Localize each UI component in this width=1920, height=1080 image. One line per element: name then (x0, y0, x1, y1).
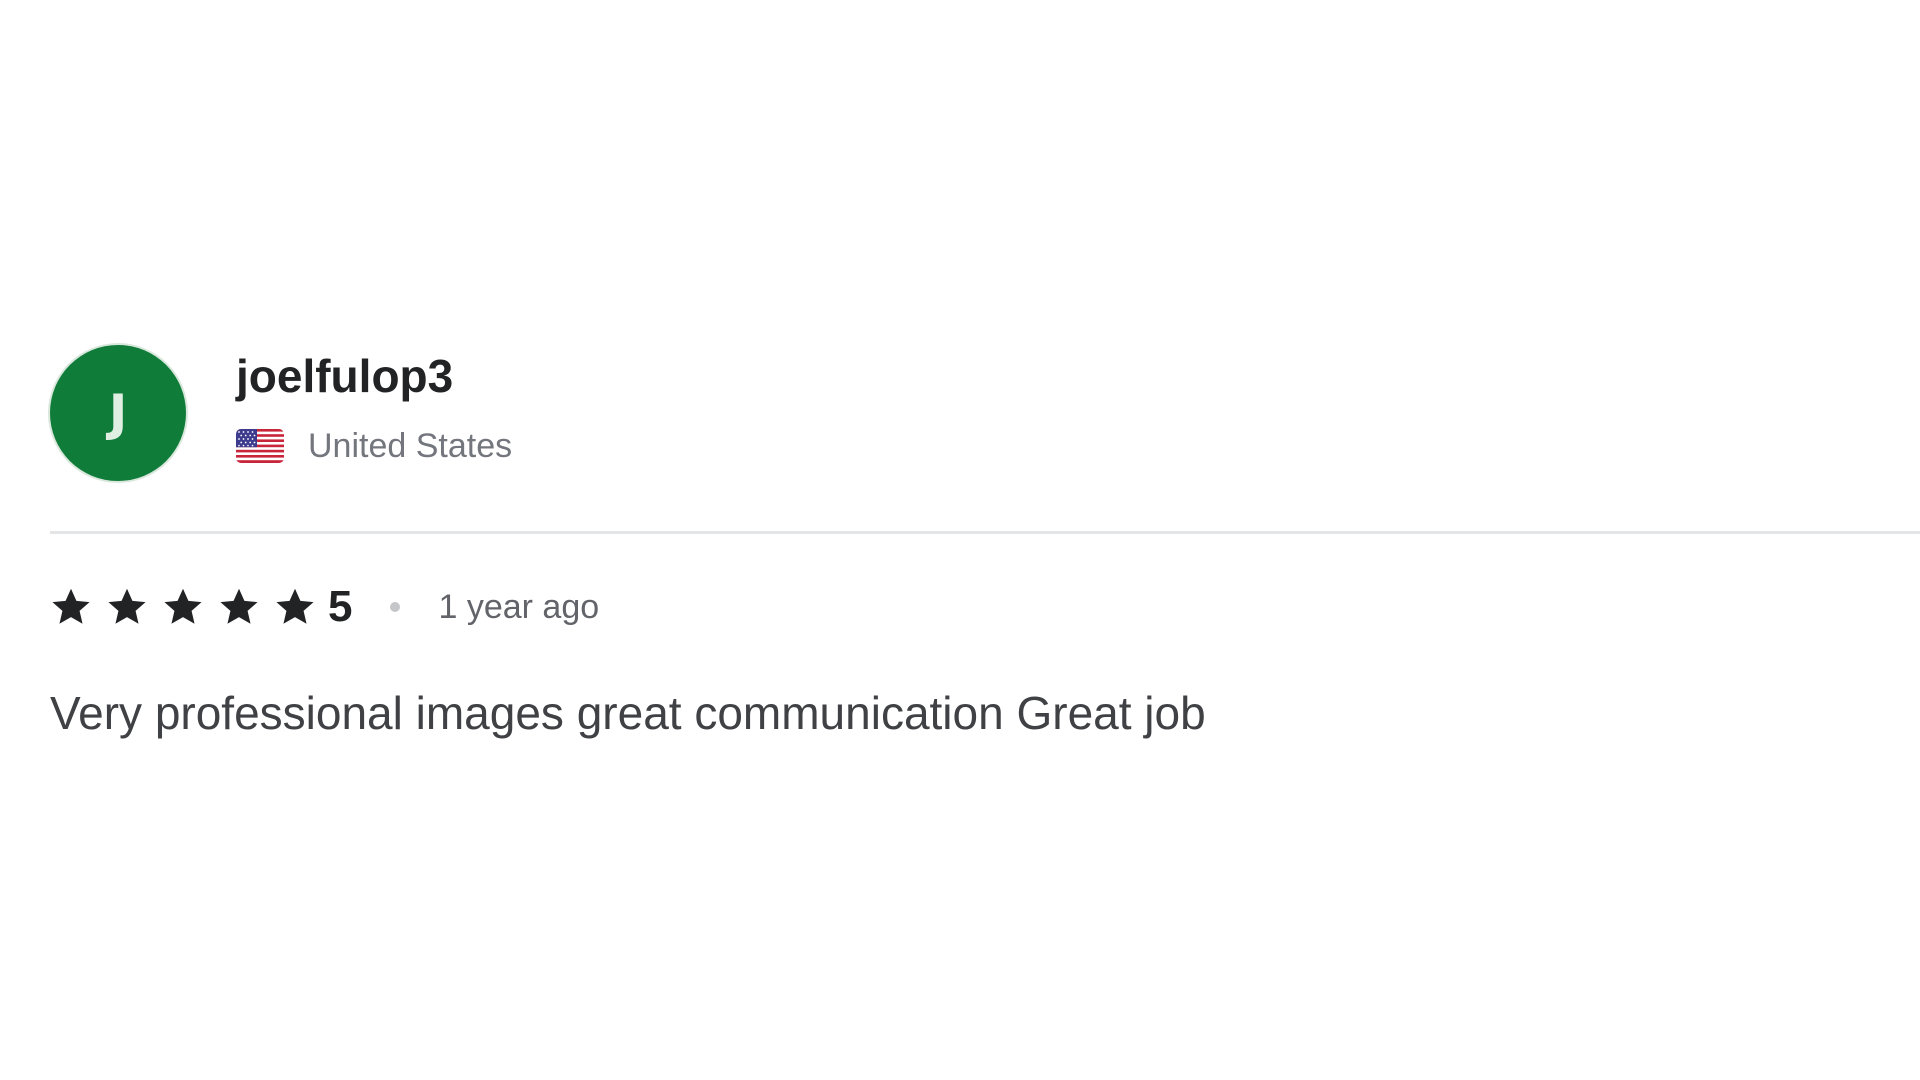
us-flag-icon (236, 429, 284, 463)
avatar[interactable]: J (50, 345, 186, 481)
review-card: J joelfulop3 United States 5 1 year ago … (0, 0, 1920, 1080)
star-icon (276, 588, 314, 624)
reviewer-info: joelfulop3 United States (236, 353, 512, 463)
reviewer-country: United States (236, 429, 512, 463)
review-time: 1 year ago (438, 588, 600, 626)
avatar-initial: J (108, 384, 128, 442)
rating-row: 5 1 year ago (50, 582, 599, 632)
divider (50, 531, 1920, 534)
country-name: United States (308, 427, 513, 465)
star-icon (164, 588, 202, 624)
star-icon (52, 588, 90, 624)
star-icon (220, 588, 258, 624)
star-icon (108, 588, 146, 624)
rating-value: 5 (328, 582, 353, 631)
star-rating (50, 586, 328, 628)
dot-separator (390, 602, 401, 612)
review-text: Very professional images great communica… (50, 687, 1206, 739)
reviewer-header: J joelfulop3 United States (50, 345, 512, 481)
reviewer-name[interactable]: joelfulop3 (236, 353, 512, 399)
